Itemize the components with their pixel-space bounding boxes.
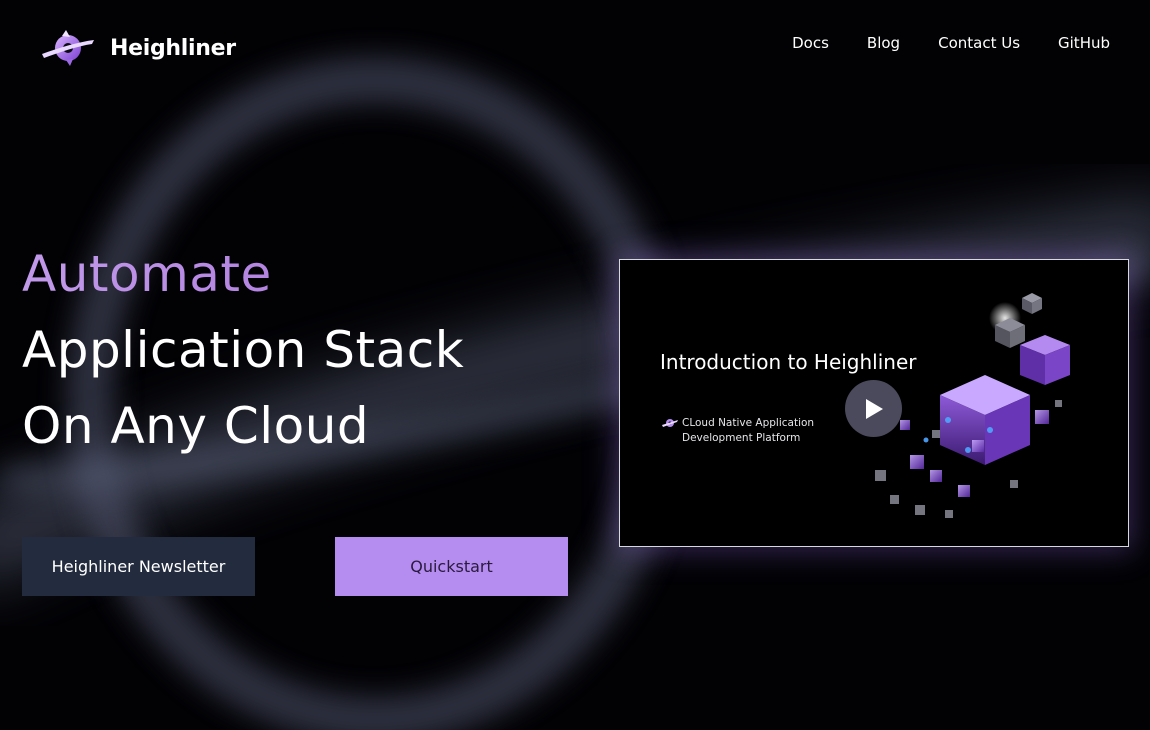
hero-line-automate: Automate — [22, 236, 464, 312]
top-nav: Docs Blog Contact Us GitHub — [792, 34, 1110, 52]
nav-link-docs[interactable]: Docs — [792, 34, 829, 52]
play-icon — [865, 398, 883, 419]
brand-logo[interactable]: Heighliner — [40, 28, 236, 68]
nav-link-blog[interactable]: Blog — [867, 34, 900, 52]
brand-name: Heighliner — [110, 35, 236, 61]
nav-link-github[interactable]: GitHub — [1058, 34, 1110, 52]
site-header: Heighliner Docs Blog Contact Us GitHub — [0, 0, 1150, 95]
video-title: Introduction to Heighliner — [660, 350, 917, 374]
video-play-button[interactable] — [845, 380, 902, 437]
intro-video-player[interactable]: Introduction to Heighliner CLoud Native … — [619, 259, 1129, 547]
heighliner-logo-icon — [42, 30, 94, 66]
hero-line-on-any-cloud: On Any Cloud — [22, 397, 370, 455]
newsletter-button[interactable]: Heighliner Newsletter — [22, 537, 255, 596]
video-subtitle-block: CLoud Native Application Development Pla… — [662, 416, 842, 446]
landing-page: Heighliner Docs Blog Contact Us GitHub A… — [0, 0, 1150, 730]
heighliner-mini-logo-icon — [662, 419, 678, 427]
video-subtitle: CLoud Native Application Development Pla… — [682, 417, 815, 444]
hero-line-application-stack: Application Stack — [22, 321, 465, 379]
quickstart-button[interactable]: Quickstart — [335, 537, 568, 596]
cube-cluster-graphic — [875, 293, 1070, 518]
hero-headline: Automate Application Stack On Any Cloud — [22, 236, 464, 464]
nav-link-contact-us[interactable]: Contact Us — [938, 34, 1020, 52]
